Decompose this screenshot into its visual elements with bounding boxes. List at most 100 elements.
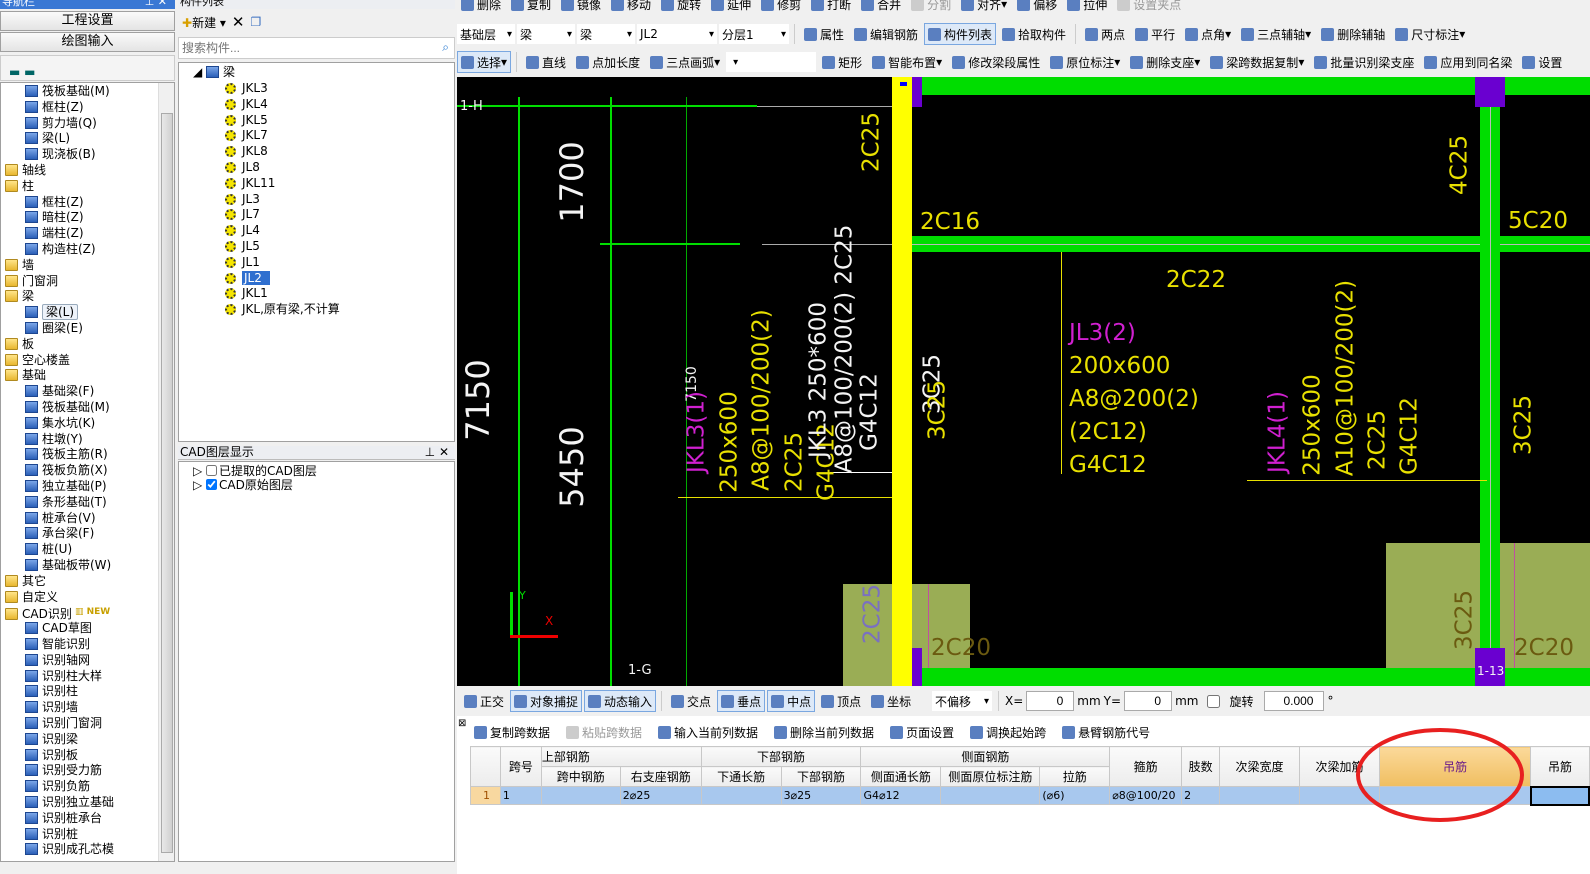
tree-item[interactable]: 基础梁(F) xyxy=(25,384,94,399)
component-search-input[interactable] xyxy=(179,38,429,58)
property-tool-button[interactable]: 编辑钢筋 xyxy=(850,23,922,45)
tree-item[interactable]: 现浇板(B) xyxy=(25,147,96,162)
snap-button[interactable]: 交点 xyxy=(667,690,715,712)
snap-button[interactable]: 对象捕捉 xyxy=(510,690,583,712)
tree-item[interactable]: 识别桩 xyxy=(25,827,78,842)
row-number[interactable]: 1 xyxy=(470,786,501,805)
column[interactable] xyxy=(1475,77,1505,107)
chevron-down-icon[interactable]: ▾ xyxy=(1194,55,1200,69)
component-item[interactable]: JKL,原有梁,不计算 xyxy=(225,302,340,317)
property-tool-button[interactable]: 属性 xyxy=(800,23,848,45)
tree-item[interactable]: 梁(L) xyxy=(25,131,70,146)
table-cell[interactable]: 2⌀25 xyxy=(619,786,702,805)
tree-item[interactable]: 柱 xyxy=(5,179,34,194)
tree-item[interactable]: 桩承台(V) xyxy=(25,511,96,526)
edit-tool-button[interactable]: 延伸 xyxy=(707,0,755,14)
draw-tool-button[interactable]: 批量识别梁支座 xyxy=(1310,51,1418,73)
tree-item[interactable]: CAD草图 xyxy=(25,621,92,636)
tree-item[interactable]: 基础 xyxy=(5,368,46,383)
drawing-canvas[interactable]: Y X 1-H 1-G 1-13 7150 1700 5450 7150 JKL… xyxy=(457,77,1590,686)
grip-handle[interactable] xyxy=(900,82,907,86)
table-cell[interactable]: ⌀8@100/20 xyxy=(1109,786,1183,805)
chevron-down-icon[interactable]: ▾ xyxy=(1305,27,1311,41)
table-cell[interactable] xyxy=(1529,785,1590,806)
expand-icon[interactable]: ▷ xyxy=(193,478,206,492)
tree-item[interactable]: 集水坑(K) xyxy=(25,416,95,431)
chevron-down-icon[interactable]: ▾ xyxy=(1001,0,1007,11)
header-cell[interactable]: 下通长筋 xyxy=(700,766,782,787)
property-tool-button[interactable]: 拾取构件 xyxy=(998,23,1070,45)
header-cell[interactable]: 箍筋 xyxy=(1109,746,1183,787)
draw-tool-button[interactable]: 应用到同名梁 xyxy=(1420,51,1516,73)
tree-item[interactable]: 自定义 xyxy=(5,590,58,605)
property-tool-button[interactable]: 两点 xyxy=(1081,23,1129,45)
tree-item[interactable]: 其它 xyxy=(5,574,46,589)
snap-button[interactable]: 坐标 xyxy=(867,690,915,712)
header-cell[interactable]: 吊筋 xyxy=(1530,746,1590,787)
property-tool-button[interactable]: 尺寸标注 ▾ xyxy=(1391,23,1469,45)
table-cell[interactable] xyxy=(1219,786,1300,805)
tree-item[interactable]: 承台梁(F) xyxy=(25,526,94,541)
chevron-down-icon[interactable]: ▾ xyxy=(501,55,507,69)
tree-item[interactable]: 梁(L) xyxy=(25,304,79,321)
draw-tool-button[interactable]: 删除支座 ▾ xyxy=(1126,51,1204,73)
component-item[interactable]: JKL4 xyxy=(225,97,268,112)
draw-tool-button[interactable]: 三点画弧 ▾ xyxy=(646,51,724,73)
tree-root[interactable]: ◢ 梁 xyxy=(193,65,235,80)
copy-icon[interactable]: ❐ xyxy=(251,15,262,29)
rotate-input[interactable] xyxy=(1264,691,1325,711)
component-item[interactable]: JKL11 xyxy=(225,176,275,191)
header-cell[interactable]: 侧面通长筋 xyxy=(860,766,942,787)
snap-button[interactable]: 顶点 xyxy=(817,690,865,712)
drawing-input-button[interactable]: 绘图输入 xyxy=(0,32,175,52)
tree-item[interactable]: 桩(U) xyxy=(25,542,72,557)
edit-tool-button[interactable]: 设置夹点 xyxy=(1113,0,1185,14)
edit-tool-button[interactable]: 移动 xyxy=(607,0,655,14)
tree-item[interactable]: 识别柱大样 xyxy=(25,669,102,684)
snap-button[interactable]: 垂点 xyxy=(717,690,766,712)
tree-item[interactable]: 识别受力筋 xyxy=(25,763,102,778)
component-item[interactable]: JKL3 xyxy=(225,81,268,96)
tree-item[interactable]: 识别门窗洞 xyxy=(25,716,102,731)
edit-tool-button[interactable]: 修剪 xyxy=(757,0,805,14)
tree-item[interactable]: 筏板负筋(X) xyxy=(25,463,108,478)
snap-button[interactable]: 中点 xyxy=(767,690,816,712)
component-item[interactable]: JKL7 xyxy=(225,128,268,143)
column[interactable] xyxy=(912,648,922,686)
tree-item[interactable]: 轴线 xyxy=(5,163,46,178)
tree-item[interactable]: 识别独立基础 xyxy=(25,795,114,810)
table-cell[interactable] xyxy=(940,786,1041,805)
selected-beam[interactable] xyxy=(892,77,912,686)
tree-item[interactable]: 识别成孔芯模 xyxy=(25,842,114,857)
selector-dropdown[interactable]: 梁 xyxy=(517,24,575,44)
tree-item[interactable]: 基础板带(W) xyxy=(25,558,111,573)
property-tool-button[interactable]: 点角 ▾ xyxy=(1181,23,1235,45)
nav-scrollbar[interactable] xyxy=(158,83,174,861)
snap-button[interactable]: 动态输入 xyxy=(584,690,657,712)
layer-checkbox[interactable] xyxy=(206,479,218,490)
tree-item[interactable]: 框柱(Z) xyxy=(25,195,84,210)
edit-tool-button[interactable]: 复制 xyxy=(507,0,555,14)
snap-button[interactable]: 正交 xyxy=(460,690,508,712)
property-tool-button[interactable]: 平行 xyxy=(1131,23,1179,45)
span-cell[interactable]: 1 xyxy=(499,786,542,805)
layer-item[interactable]: ▷ 已提取的CAD图层 xyxy=(193,464,317,479)
x-input[interactable] xyxy=(1026,691,1075,711)
draw-tool-button[interactable]: 直线 xyxy=(522,51,570,73)
tree-item[interactable]: 圈梁(E) xyxy=(25,321,83,336)
component-item[interactable]: JL1 xyxy=(225,255,260,270)
new-component-button[interactable]: ✚新建 ▾ xyxy=(182,14,226,31)
tree-item[interactable]: 筏板基础(M) xyxy=(25,400,110,415)
draw-tool-button[interactable]: 点加长度 xyxy=(572,51,644,73)
table-cell[interactable] xyxy=(540,786,621,805)
table-cell[interactable] xyxy=(700,786,782,805)
table-cell[interactable]: (⌀6) xyxy=(1039,786,1111,805)
component-item[interactable]: JKL1 xyxy=(225,286,268,301)
data-tool-button[interactable]: 复制跨数据 xyxy=(470,721,554,743)
edit-tool-button[interactable]: 打断 xyxy=(807,0,855,14)
edit-tool-button[interactable]: 合并 xyxy=(857,0,905,14)
offset-mode-dropdown[interactable]: 不偏移 xyxy=(932,691,992,711)
selector-dropdown[interactable]: 梁 xyxy=(577,24,635,44)
column[interactable] xyxy=(912,77,922,107)
edit-tool-button[interactable]: 镜像 xyxy=(557,0,605,14)
